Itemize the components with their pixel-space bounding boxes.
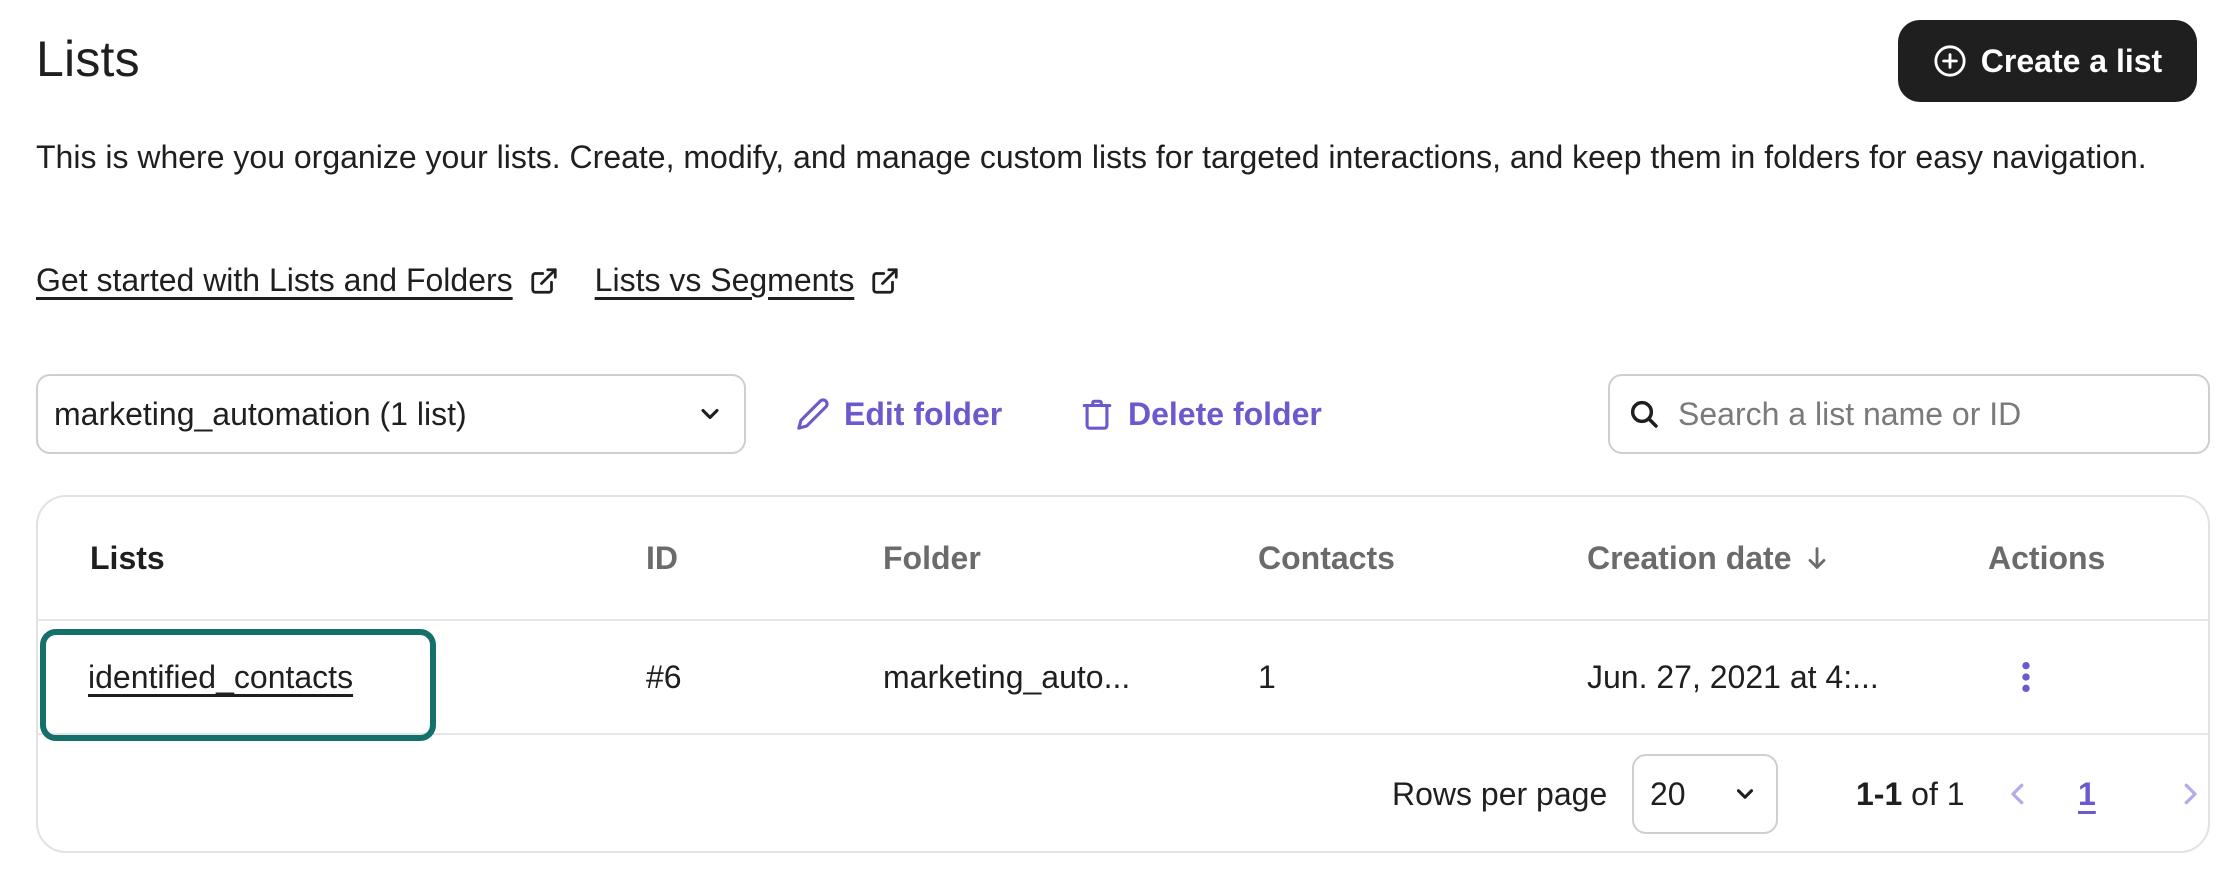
list-name-cell: identified_contacts: [88, 659, 353, 696]
pagination-range-total: of 1: [1902, 775, 1965, 812]
plus-circle-icon: [1934, 45, 1966, 77]
delete-folder-label: Delete folder: [1128, 395, 1322, 432]
column-header-actions-label: Actions: [1988, 539, 2106, 576]
create-list-button[interactable]: Create a list: [1898, 20, 2197, 102]
lists-page: Lists Create a list This is where you or…: [0, 0, 2234, 878]
column-header-folder: Folder: [883, 540, 981, 577]
edit-folder-button[interactable]: Edit folder: [796, 374, 1002, 454]
get-started-link-label: Get started with Lists and Folders: [36, 262, 513, 298]
row-actions-button[interactable]: [2006, 652, 2046, 702]
next-page-button[interactable]: [2172, 769, 2208, 819]
column-header-lists: Lists: [90, 540, 165, 577]
column-header-id: ID: [646, 540, 678, 577]
page-description: This is where you organize your lists. C…: [36, 139, 2147, 175]
external-link-icon: [872, 267, 898, 294]
lists-vs-segments-link-label: Lists vs Segments: [594, 262, 855, 298]
pencil-icon: [797, 398, 829, 430]
pagination-bar: Rows per page 20 1-1 of 1 1: [38, 735, 2208, 851]
pagination-range: 1-1 of 1: [1856, 776, 1965, 813]
lists-table: Lists ID Folder Contacts Creation date A…: [36, 495, 2210, 853]
edit-folder-label: Edit folder: [844, 395, 1003, 432]
chevron-right-icon: [2184, 783, 2197, 805]
rows-per-page-label: Rows per page: [1392, 775, 1608, 812]
table-row: identified_contacts #6 marketing_auto...…: [38, 621, 2208, 741]
column-header-lists-label: Lists: [90, 539, 165, 576]
arrow-down-icon: [1809, 547, 1826, 569]
table-header-row: Lists ID Folder Contacts Creation date A…: [38, 497, 2208, 621]
chevron-down-icon: [701, 408, 719, 420]
lists-vs-segments-link[interactable]: Lists vs Segments: [595, 262, 901, 299]
folder-select[interactable]: marketing_automation (1 list): [36, 374, 746, 454]
create-list-label: Create a list: [1980, 42, 2163, 79]
chevron-down-icon: [1736, 789, 1754, 799]
column-header-creation-date-label: Creation date: [1587, 539, 1792, 576]
rows-per-page-value: 20: [1650, 775, 1686, 812]
pagination-range-bold: 1-1: [1856, 775, 1903, 812]
page-title: Lists: [36, 31, 140, 87]
list-name-link[interactable]: identified_contacts: [88, 659, 353, 695]
search-icon: [1630, 400, 1658, 428]
help-links: Get started with Lists and Folders Lists…: [36, 262, 900, 299]
external-link-icon: [531, 267, 557, 294]
search-input[interactable]: [1678, 395, 2190, 433]
column-header-actions: Actions: [1988, 540, 2105, 577]
folder-select-value: marketing_automation (1 list): [54, 395, 467, 432]
chevron-left-icon: [2011, 783, 2024, 805]
column-header-contacts: Contacts: [1258, 540, 1395, 577]
get-started-link[interactable]: Get started with Lists and Folders: [36, 262, 559, 299]
previous-page-button[interactable]: [2000, 769, 2036, 819]
column-header-contacts-label: Contacts: [1258, 539, 1395, 576]
list-creation-date-cell: Jun. 27, 2021 at 4:...: [1587, 658, 1879, 695]
list-contacts-cell: 1: [1258, 658, 1276, 695]
column-header-id-label: ID: [646, 539, 678, 576]
more-vertical-icon: [2022, 661, 2030, 693]
list-folder-cell: marketing_auto...: [883, 658, 1131, 695]
page-number-current[interactable]: 1: [2078, 776, 2096, 813]
delete-folder-button[interactable]: Delete folder: [1080, 374, 1322, 454]
search-box: [1608, 374, 2210, 454]
column-header-folder-label: Folder: [883, 539, 981, 576]
trash-icon: [1082, 399, 1112, 430]
list-id-cell: #6: [646, 658, 682, 695]
rows-per-page-select[interactable]: 20: [1632, 754, 1778, 834]
column-header-creation-date[interactable]: Creation date: [1587, 540, 1831, 577]
